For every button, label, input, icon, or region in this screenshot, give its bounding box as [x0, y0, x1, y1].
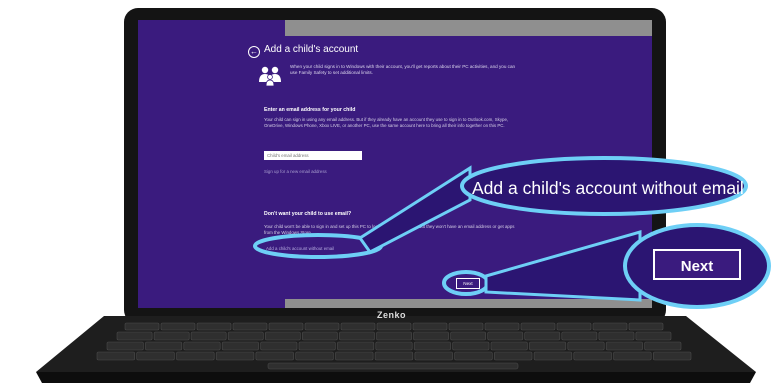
callout-no-email-label: Add a child's account without email: [472, 178, 744, 198]
callout-next-button: Next: [653, 249, 741, 280]
